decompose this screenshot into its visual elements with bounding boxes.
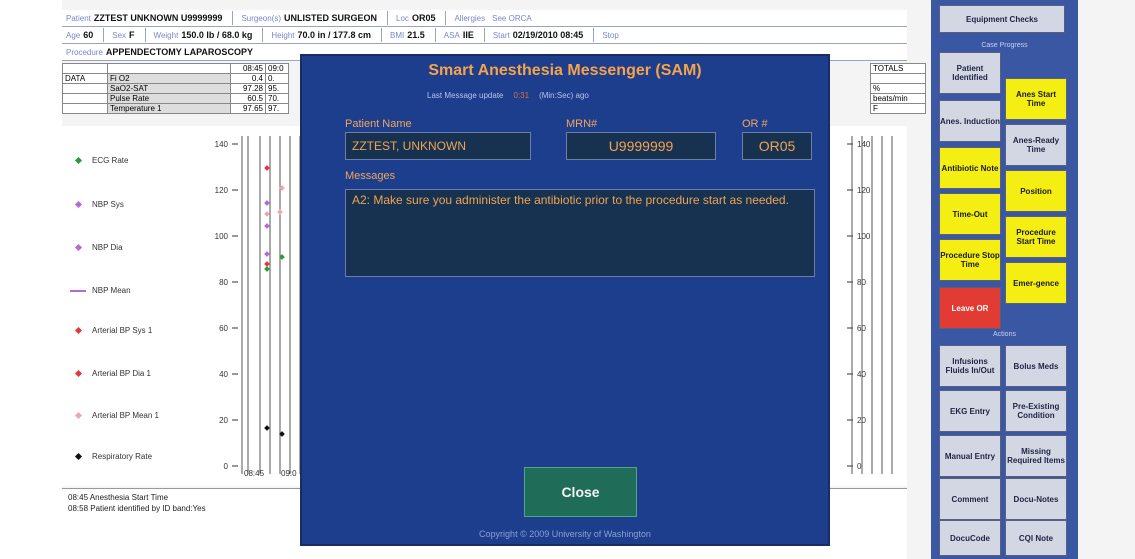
actions-heading: Actions	[993, 331, 1016, 338]
data-marker	[264, 165, 270, 171]
sidebar-button-manual-entry[interactable]: Manual Entry	[939, 435, 1001, 477]
sidebar-button-anes-ready-time[interactable]: Anes-Ready Time	[1005, 124, 1067, 166]
copyright-text: Copyright © 2009 University of Washingto…	[479, 529, 651, 539]
data-marker	[264, 425, 270, 431]
surgeon-name: UNLISTED SURGEON	[284, 13, 378, 23]
patient-name: ZZTEST UNKNOWN U9999999	[93, 13, 223, 23]
sidebar-button-anes-induction[interactable]: Anes. Induction	[939, 100, 1001, 142]
sidebar-button-ekg-entry[interactable]: EKG Entry	[939, 390, 1001, 432]
legend-item: ECG Rate	[70, 156, 128, 165]
y-tick-label: 40	[219, 370, 228, 379]
sidebar-button-leave-or[interactable]: Leave OR	[939, 287, 1001, 329]
sidebar-button-comment[interactable]: Comment	[939, 478, 1001, 520]
sidebar-button-docucode[interactable]: DocuCode	[939, 520, 1001, 556]
sidebar-button-procedure-start-time[interactable]: Procedure Start Time	[1005, 216, 1067, 258]
y-tick-label: 80	[219, 278, 228, 287]
legend-marker-icon	[74, 452, 83, 461]
patient-header-row: Patient ZZTEST UNKNOWN U9999999 Surgeon(s…	[62, 10, 907, 27]
legend-item: NBP Sys	[70, 200, 124, 209]
patient-name-label: Patient Name	[345, 118, 412, 130]
y-tick-label: 140	[857, 140, 871, 149]
legend-marker-icon	[74, 326, 83, 335]
y-tick-label: 100	[857, 232, 871, 241]
data-marker	[277, 209, 283, 215]
legend-marker-icon	[74, 243, 83, 252]
location: OR05	[411, 13, 436, 23]
legend-item: NBP Mean	[70, 286, 131, 295]
data-marker	[264, 200, 270, 206]
sidebar-button-anes-start-time[interactable]: Anes Start Time	[1005, 78, 1067, 120]
demographics-row: Age 60 Sex F Weight 150.0 lb / 68.0 kg Heig…	[62, 27, 907, 44]
data-marker	[264, 266, 270, 272]
legend-item: Arterial BP Mean 1	[70, 411, 159, 420]
sidebar-button-cqi-note[interactable]: CQI Note	[1005, 520, 1067, 556]
sidebar-button-infusions-fluids-in-out[interactable]: Infusions Fluids In/Out	[939, 345, 1001, 387]
patient-name-field: ZZTEST, UNKNOWN	[345, 132, 531, 160]
table-row: Temperature 1 97.65 97.	[62, 103, 289, 114]
allergies: See ORCA	[492, 13, 532, 23]
table-row: SaO2-SAT 97.28 95.	[62, 83, 289, 94]
totals-table: TOTALS % beats/min F	[870, 63, 926, 114]
case-progress-heading: Case Progress	[981, 42, 1028, 49]
legend-item: Respiratory Rate	[70, 452, 152, 461]
x-tick-label: 08:45	[244, 469, 265, 478]
legend-item: Arterial BP Sys 1	[70, 326, 152, 335]
data-marker	[264, 211, 270, 217]
sidebar-button-bolus-meds[interactable]: Bolus Meds	[1005, 345, 1067, 387]
y-tick-label: 0	[857, 462, 862, 471]
sidebar-button-procedure-stop-time[interactable]: Procedure Stop Time	[939, 239, 1001, 281]
legend-marker-icon	[74, 156, 83, 165]
equipment-checks-button[interactable]: Equipment Checks	[939, 5, 1065, 33]
legend-item: NBP Dia	[70, 243, 123, 252]
mrn-field: U9999999	[566, 132, 716, 160]
vitals-table: 08:45 09:0 DATA Fi O2 0.4 0. SaO2-SAT 97…	[62, 63, 289, 114]
sidebar-panel: Equipment Checks Case Progress Actions P…	[931, 0, 1078, 559]
sidebar-button-position[interactable]: Position	[1005, 170, 1067, 212]
y-tick-label: 60	[219, 324, 228, 333]
messages-label: Messages	[345, 170, 396, 182]
dialog-title: Smart Anesthesia Messenger (SAM)	[428, 62, 702, 79]
message-box: A2: Make sure you administer the antibio…	[345, 189, 815, 277]
table-row: DATA Fi O2 0.4 0.	[62, 73, 289, 84]
legend-marker-icon	[74, 369, 83, 378]
table-row: Pulse Rate 60.5 70.	[62, 93, 289, 104]
data-marker	[264, 261, 270, 267]
close-button[interactable]: Close	[524, 467, 637, 517]
sam-dialog: Smart Anesthesia Messenger (SAM) Last Me…	[300, 54, 830, 546]
or-field: OR05	[742, 132, 812, 160]
procedure-name: APPENDECTOMY LAPAROSCOPY	[105, 47, 253, 57]
y-tick-label: 20	[219, 416, 228, 425]
y-tick-label: 140	[215, 140, 229, 149]
legend-marker-icon	[70, 289, 86, 292]
sidebar-button-missing-required-items[interactable]: Missing Required Items	[1005, 435, 1067, 477]
mrn-label: MRN#	[566, 118, 598, 130]
y-tick-label: 120	[215, 186, 229, 195]
y-tick-label: 0	[224, 462, 229, 471]
sidebar-button-docu-notes[interactable]: Docu-Notes	[1005, 478, 1067, 520]
legend-item: Arterial BP Dia 1	[70, 369, 151, 378]
sidebar-button-pre-existing-condition[interactable]: Pre-Existing Condition	[1005, 390, 1067, 432]
or-label: OR #	[742, 118, 768, 130]
sidebar-button-antibiotic-note[interactable]: Antibiotic Note	[939, 147, 1001, 189]
table-row: 08:45 09:0	[62, 63, 289, 74]
legend-marker-icon	[74, 411, 83, 420]
sidebar-button-patient-identified[interactable]: Patient Identified	[939, 52, 1001, 94]
y-tick-label: 100	[215, 232, 229, 241]
sidebar-button-emer-gence[interactable]: Emer-gence	[1005, 262, 1067, 304]
legend-marker-icon	[74, 200, 83, 209]
data-marker	[264, 251, 270, 257]
y-tick-label: 120	[857, 186, 871, 195]
x-tick-label: 09:0	[281, 469, 297, 478]
sidebar-button-time-out[interactable]: Time-Out	[939, 193, 1001, 235]
data-marker	[264, 223, 270, 229]
last-update: Last Message update 0:31 (Min:Sec) ago	[427, 91, 589, 100]
